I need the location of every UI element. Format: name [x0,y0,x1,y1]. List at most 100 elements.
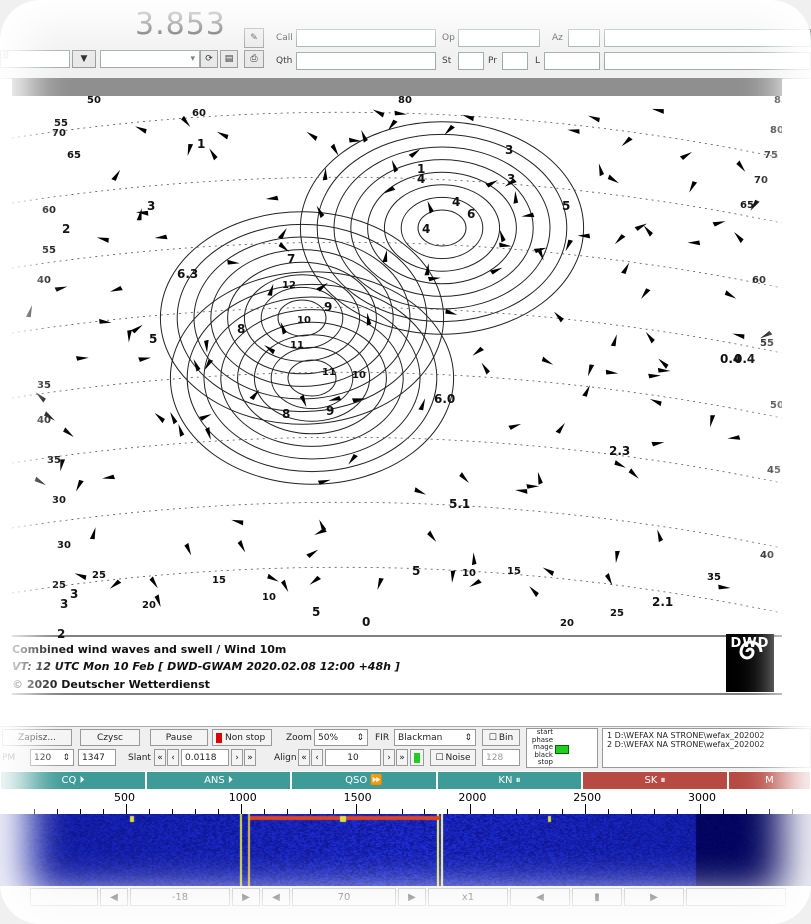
wind-barb [280,579,289,593]
level-value[interactable]: 70 [292,888,396,906]
caption-copyright: © 2020 Deutscher Wetterdienst [12,678,210,691]
map-label: 70 [52,128,66,139]
map-label: 75 [764,150,778,161]
lpm-select[interactable]: 120 ⇕ [30,749,74,766]
back-icon[interactable]: ‹ [167,749,179,766]
frequency-scale[interactable]: 500 1000 1500 2000 2500 3000 [0,790,811,815]
file-item[interactable]: 1 D:\WEFAX NA STRONE\wefax_202002 [607,731,806,740]
map-label: 2.3 [609,444,630,458]
map-label: 1 [417,162,425,176]
waterfall-canvas[interactable] [0,814,811,886]
broom-icon[interactable]: ✎ [244,28,264,48]
tx-stop-icon[interactable]: ▮ [572,888,622,906]
st-input[interactable] [458,52,484,70]
map-label: 1 [197,137,205,151]
received-files-list[interactable]: 1 D:\WEFAX NA STRONE\wefax_202002 2 D:\W… [602,728,811,768]
clear-button[interactable]: Czysc [80,729,140,746]
save-icon[interactable]: ⎙ [244,50,264,68]
wind-barb [427,530,437,542]
latitude-line [12,501,782,549]
map-label: 4 [452,195,460,209]
tx-field[interactable] [686,888,786,906]
level-up-icon[interactable]: ▶ [398,888,426,906]
waterfall-display[interactable] [0,814,811,886]
map-label: 9 [324,300,332,314]
align-input[interactable]: 10 [325,749,381,766]
back-icon[interactable]: ‹ [311,749,323,766]
auto-align-toggle[interactable] [410,749,424,766]
macro-ans-button[interactable]: ANS ⏵ [146,771,291,790]
op-input[interactable] [458,29,540,47]
speed-value[interactable]: x1 [428,888,508,906]
wind-barb [645,331,655,344]
fast-forward-icon[interactable]: » [244,749,256,766]
mode-dropdown-button[interactable]: ▼ [72,50,96,68]
qth-input[interactable] [296,52,436,70]
noise-checkbox[interactable]: ☐ Noise [430,749,476,766]
wind-barb [648,373,661,379]
noise-level-input[interactable]: 128 [482,749,520,766]
slant-input[interactable]: 0.0118 [181,749,229,766]
az-input[interactable] [568,29,600,47]
fir-select[interactable]: Blackman ⇕ [394,729,476,746]
zoom-select[interactable]: 50% ⇕ [314,729,368,746]
band-select[interactable]: ▾ [100,50,200,68]
refresh-icon[interactable]: ⟳ [200,50,218,68]
mode-field[interactable]: B [0,50,70,68]
macro-kn-button[interactable]: KN ⏸ [437,771,582,790]
squelch-value[interactable]: -18 [130,888,230,906]
forward-icon[interactable]: › [383,749,395,766]
save-as-button[interactable]: Zapisz... [2,729,72,746]
bin-checkbox[interactable]: ☐ Bin [482,729,520,746]
wind-barb [209,148,218,161]
tx-right-icon[interactable]: ▶ [624,888,684,906]
map-label: 6.3 [177,267,198,281]
wind-barb [60,459,66,472]
map-label: 50 [770,400,782,411]
map-label: 30 [57,540,71,551]
top-toolbar: 3.853 B ▼ ▾ ✎ ⟳ ▤ ⎙ Call Qth Op St Pr Az… [0,0,811,79]
fast-forward-icon[interactable]: » [396,749,408,766]
fast-back-icon[interactable]: « [298,749,310,766]
map-label: 40 [760,550,774,561]
wind-barb [306,549,319,558]
wind-barb [131,324,143,334]
file-item[interactable]: 2 D:\WEFAX NA STRONE\wefax_202002 [607,740,806,749]
macro-cq-button[interactable]: CQ ⏵ [0,771,146,790]
wind-barb [181,115,191,127]
width-input[interactable]: 1347 [78,749,116,766]
map-label: 60 [192,108,206,119]
tx-left-icon[interactable]: ◀ [510,888,570,906]
map-label: 10 [297,315,311,326]
wind-barb [679,152,693,160]
notes-input[interactable] [604,29,811,47]
log-icon[interactable]: ▤ [220,50,238,68]
pr-input[interactable] [502,52,528,70]
macro-sk-button[interactable]: SK ⏸ [582,771,728,790]
l-input[interactable] [544,52,600,70]
wind-barb [657,529,664,543]
non-stop-button[interactable]: Non stop [212,729,272,746]
call-input[interactable] [296,29,436,47]
fast-back-icon[interactable]: « [154,749,166,766]
wind-barb [710,415,716,428]
pr-label: Pr [488,56,497,66]
wind-barb [96,237,109,243]
caption-title: Combined wind waves and swell / Wind 10m [12,643,287,656]
squelch-down-icon[interactable]: ◀ [100,888,128,906]
mode-button[interactable] [30,888,98,906]
map-label: 8 [282,407,290,421]
wind-barb [265,195,279,201]
map-label: 20 [560,618,574,629]
macro-qso-button[interactable]: QSO ⏩ [291,771,437,790]
pause-button[interactable]: Pause [150,729,208,746]
spinner-icon: ⇕ [464,732,472,743]
level-down-icon[interactable]: ◀ [262,888,290,906]
squelch-up-icon[interactable]: ▶ [232,888,260,906]
wind-barb [76,479,84,492]
comment-input[interactable] [604,52,811,70]
macro-m-button[interactable]: M [728,771,811,790]
map-label: 3 [505,143,513,157]
forward-icon[interactable]: › [231,749,243,766]
map-label: 0 [362,615,370,629]
